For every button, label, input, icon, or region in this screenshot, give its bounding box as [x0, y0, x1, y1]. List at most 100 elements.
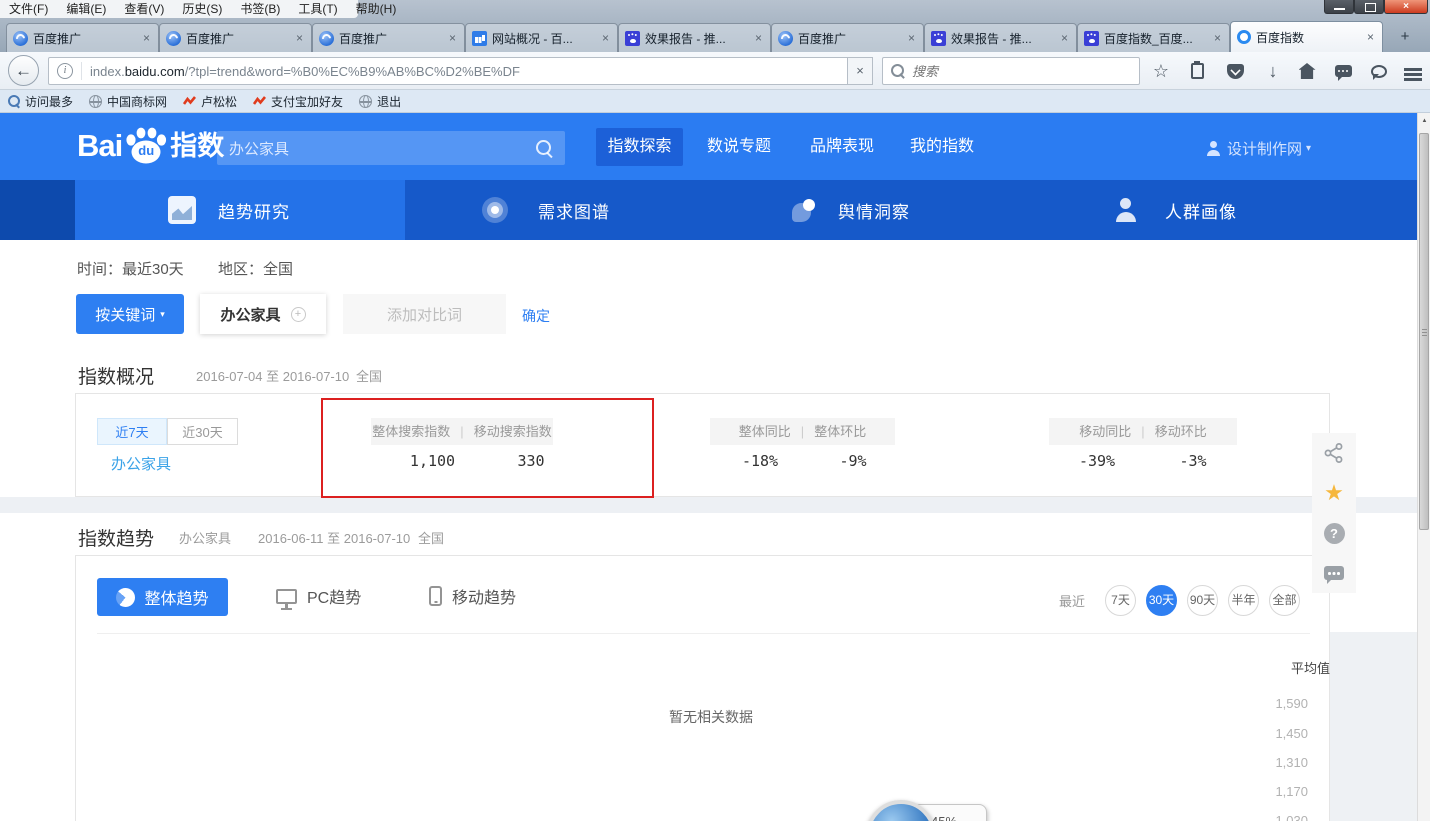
url-path: /?tpl=trend&word=%B0%EC%B9%AB%BC%D2%BE%D… [185, 64, 520, 79]
tab-report-1[interactable]: 效果报告 - 推...× [618, 23, 771, 52]
tab-site-stats[interactable]: 网站概况 - 百...× [465, 23, 618, 52]
menu-view[interactable]: 查看(V) [115, 0, 173, 18]
avg-scale-value: 1,450 [1246, 726, 1308, 741]
search-icon[interactable] [536, 140, 553, 157]
maximize-button[interactable] [1354, 0, 1384, 14]
section-label: 需求图谱 [538, 198, 610, 223]
close-window-button[interactable]: × [1384, 0, 1428, 14]
help-button[interactable]: ? [1312, 513, 1356, 553]
nav-my-index[interactable]: 我的指数 [896, 128, 988, 166]
range-half-year-button[interactable]: 半年 [1228, 585, 1259, 616]
tab-baidu-promo-1[interactable]: 百度推广 × [6, 23, 159, 52]
add-circle-icon[interactable]: + [291, 307, 306, 322]
nav-data-topics[interactable]: 数说专题 [693, 128, 785, 166]
tab-close-icon[interactable]: × [141, 31, 152, 45]
bookmark-most-visited[interactable]: 访问最多 [8, 93, 73, 110]
vertical-scrollbar[interactable]: ▲ [1417, 113, 1430, 821]
url-bar[interactable]: i index.baidu.com/?tpl=trend&word=%B0%EC… [48, 57, 848, 85]
menu-help[interactable]: 帮助(H) [347, 0, 406, 18]
tab-baidu-promo-4[interactable]: 百度推广 × [771, 23, 924, 52]
menu-file[interactable]: 文件(F) [0, 0, 57, 18]
tab-title: 百度推广 [798, 30, 901, 47]
bookmark-alipay[interactable]: 支付宝加好友 [253, 93, 343, 110]
tab-close-icon[interactable]: × [753, 31, 764, 45]
radar-circles-icon [482, 197, 508, 223]
section-divider-band [0, 497, 1417, 513]
tab-last-7-days[interactable]: 近7天 [97, 418, 167, 445]
bookmark-trademark-site[interactable]: 中国商标网 [89, 93, 167, 110]
overall-search-index-value: 1,100 [395, 452, 470, 472]
home-icon[interactable] [1294, 59, 1320, 83]
tab-report-2[interactable]: 效果报告 - 推...× [924, 23, 1077, 52]
average-value-label: 平均值 [1268, 658, 1330, 677]
browser-search-bar[interactable] [882, 57, 1140, 85]
keyword-mode-button[interactable]: 按关键词▾ [76, 294, 184, 334]
browser-search-input[interactable] [912, 64, 1131, 79]
section-demand-map[interactable]: 需求图谱 [482, 180, 610, 240]
site-info-icon[interactable]: i [57, 63, 73, 79]
range-30d-button[interactable]: 30天 [1146, 585, 1177, 616]
bookmark-logout[interactable]: 退出 [359, 93, 401, 110]
tab-close-icon[interactable]: × [1059, 31, 1070, 45]
tab-baidu-promo-2[interactable]: 百度推广× [159, 23, 312, 52]
baidu-paw-logo-icon: du [123, 126, 169, 166]
confirm-button[interactable]: 确定 [522, 306, 550, 326]
tab-baidu-index-active[interactable]: 百度指数× [1230, 21, 1383, 52]
url-clear-icon[interactable]: × [848, 57, 873, 85]
menu-hamburger-icon[interactable] [1400, 62, 1426, 86]
section-audience-profile[interactable]: 人群画像 [1113, 180, 1237, 240]
menu-strip: 文件(F) 编辑(E) 查看(V) 历史(S) 书签(B) 工具(T) 帮助(H… [0, 0, 358, 18]
add-compare-word-box[interactable]: 添加对比词 [343, 294, 506, 334]
scrollbar-thumb[interactable] [1419, 133, 1429, 530]
new-tab-button[interactable]: + [1392, 26, 1418, 48]
menu-edit[interactable]: 编辑(E) [57, 0, 115, 18]
bookmark-star-icon[interactable]: ☆ [1148, 59, 1174, 83]
tab-close-icon[interactable]: × [1212, 31, 1223, 45]
tab-close-icon[interactable]: × [600, 31, 611, 45]
trend-title: 指数趋势 [78, 524, 154, 551]
feedback-button[interactable] [1312, 553, 1356, 593]
menu-history[interactable]: 历史(S) [173, 0, 231, 18]
tab-close-icon[interactable]: × [1365, 30, 1376, 44]
downloads-icon[interactable]: ↓ [1260, 59, 1286, 83]
tab-close-icon[interactable]: × [294, 31, 305, 45]
range-all-button[interactable]: 全部 [1269, 585, 1300, 616]
tab-mobile-trend[interactable]: 移动趋势 [429, 584, 516, 608]
index-search-box[interactable]: 办公家具 [217, 131, 565, 165]
pc-trend-label: PC趋势 [307, 584, 361, 608]
divider: | [1141, 424, 1144, 439]
messenger-icon[interactable] [1366, 59, 1392, 83]
minimize-button[interactable] [1324, 0, 1354, 14]
globe-icon [359, 95, 372, 108]
tab-baidu-promo-3[interactable]: 百度推广× [312, 23, 465, 52]
menu-tools[interactable]: 工具(T) [289, 0, 346, 18]
tab-close-icon[interactable]: × [906, 31, 917, 45]
back-button[interactable]: ← [8, 55, 39, 86]
keyword-chip[interactable]: 办公家具+ [200, 294, 326, 334]
share-button[interactable] [1312, 433, 1356, 473]
user-icon [1206, 141, 1221, 156]
baidu-index-logo[interactable]: Bai du 指数 [77, 126, 224, 166]
menu-bookmarks[interactable]: 书签(B) [231, 0, 289, 18]
bookmark-lusongsong[interactable]: 卢松松 [183, 93, 237, 110]
tab-overall-trend[interactable]: 整体趋势 [97, 578, 228, 616]
tab-close-icon[interactable]: × [447, 31, 458, 45]
pocket-icon[interactable] [1222, 59, 1248, 83]
nav-index-explore[interactable]: 指数探索 [596, 128, 683, 166]
scroll-up-arrow[interactable]: ▲ [1418, 113, 1430, 130]
nav-brand-performance[interactable]: 品牌表现 [796, 128, 888, 166]
reading-list-icon[interactable] [1184, 59, 1210, 83]
favorite-button[interactable]: ★ [1312, 473, 1356, 513]
tab-last-30-days[interactable]: 近30天 [167, 418, 238, 445]
range-7d-button[interactable]: 7天 [1105, 585, 1136, 616]
tab-baidu-index-search[interactable]: 百度指数_百度...× [1077, 23, 1230, 52]
tab-pc-trend[interactable]: PC趋势 [276, 584, 361, 608]
section-sentiment-insight[interactable]: 舆情洞察 [792, 180, 910, 240]
share-icon [1323, 442, 1345, 464]
section-trend-research[interactable]: 趋势研究 [168, 180, 290, 240]
tab-title: 百度推广 [33, 30, 136, 47]
range-90d-button[interactable]: 90天 [1187, 585, 1218, 616]
chat-icon[interactable] [1330, 59, 1356, 83]
user-menu[interactable]: 设计制作网 ▾ [1206, 138, 1311, 159]
bookmark-label: 卢松松 [201, 93, 237, 110]
